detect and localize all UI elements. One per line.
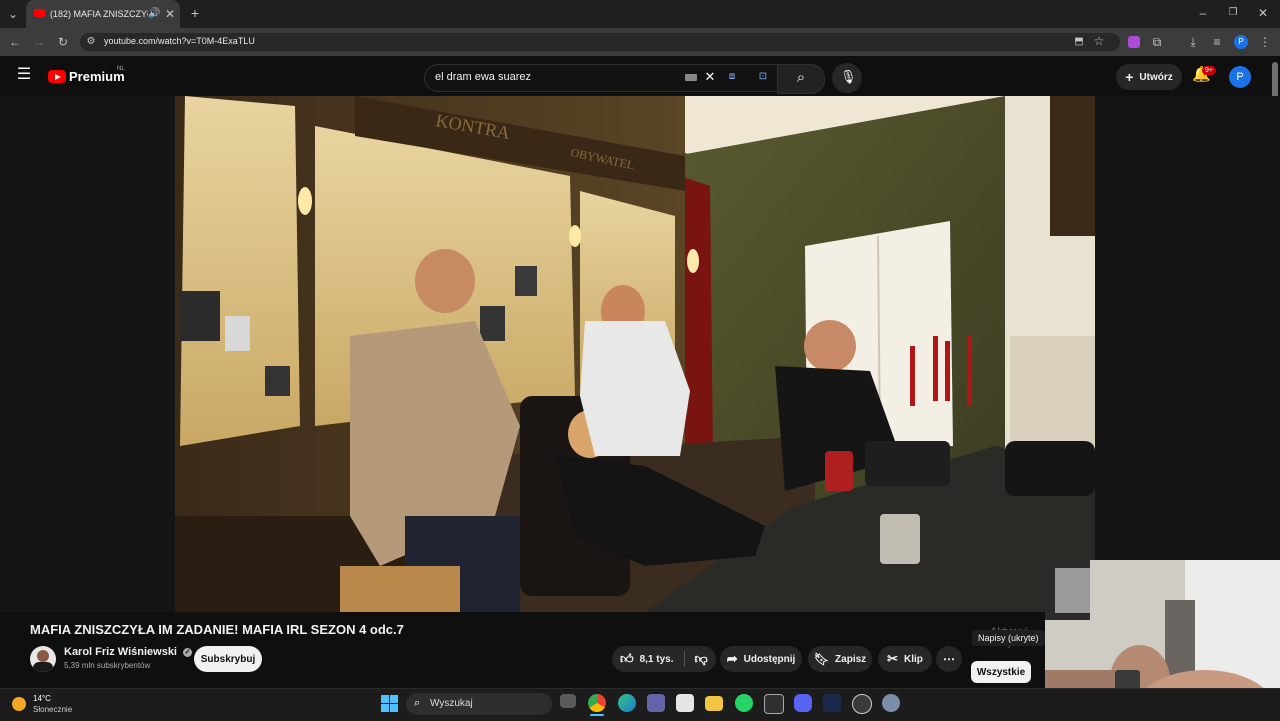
plus-icon: + — [1125, 69, 1134, 85]
more-actions-button[interactable]: ⋯ — [936, 646, 962, 672]
weather-desc: Słonecznie — [33, 705, 73, 714]
site-info-icon[interactable]: ⚙ — [84, 35, 98, 49]
browser-menu-icon[interactable]: ⋮ — [1258, 35, 1272, 49]
taskbar-search-icon: ⌕ — [414, 697, 421, 709]
video-title: MAFIA ZNISZCZYŁA IM ZADANIE! MAFIA IRL S… — [30, 622, 404, 637]
taskbar-search-box[interactable]: ⌕ Wyszukaj — [406, 693, 552, 715]
weather-sun-icon[interactable] — [12, 697, 26, 711]
photo-editor-icon[interactable] — [823, 694, 841, 712]
search-icon: ⌕ — [796, 69, 806, 86]
clip-button[interactable]: ✂ Klip — [878, 646, 932, 672]
start-button[interactable] — [381, 695, 398, 712]
edge-icon[interactable] — [618, 694, 636, 712]
subtitles-tooltip: Napisy (ukryte) — [972, 630, 1045, 646]
address-bar[interactable]: ⚙ youtube.com/watch?v=T0M-4ExaTLU ⬒ ☆ — [80, 33, 1120, 51]
search-button[interactable]: ⌕ — [777, 64, 825, 94]
url-text: youtube.com/watch?v=T0M-4ExaTLU — [104, 36, 255, 46]
minimize-icon[interactable]: – — [1196, 6, 1210, 20]
divider — [683, 651, 685, 667]
share-icon: ➦ — [726, 651, 738, 666]
channel-name-text: Karol Friz Wiśniewski — [64, 646, 177, 658]
browser-tab-strip: ⌄ (182) MAFIA ZNISZCZYŁA I 🔊 ✕ + – ❐ ✕ — [0, 0, 1280, 28]
tab-close-icon[interactable]: ✕ — [164, 7, 176, 21]
window-close-icon[interactable]: ✕ — [1256, 6, 1270, 20]
bookmark-icon: 🔖︎ — [813, 652, 830, 666]
channel-name[interactable]: Karol Friz Wiśniewski ✓ — [64, 646, 193, 658]
save-button[interactable]: 🔖︎ Zapisz — [808, 646, 872, 672]
keyboard-icon[interactable] — [685, 74, 697, 81]
search-input-value: el dram ewa suarez — [435, 71, 531, 83]
obs-icon[interactable] — [852, 694, 872, 714]
back-icon[interactable]: ← — [8, 35, 22, 49]
verified-check-icon: ✓ — [183, 647, 193, 657]
tab-audio-icon[interactable]: 🔊 — [148, 7, 160, 21]
account-avatar[interactable]: P — [1229, 66, 1251, 88]
like-icon[interactable]: 👍︎ — [620, 651, 634, 667]
hamburger-menu-icon[interactable]: ☰ — [16, 67, 32, 83]
youtube-play-logo-icon — [48, 70, 66, 83]
share-label: Udostępnij — [743, 653, 796, 665]
chrome-icon[interactable] — [588, 694, 606, 712]
download-icon[interactable]: ⤓ — [1186, 35, 1200, 49]
youtube-logo[interactable]: Premium NL — [48, 66, 148, 85]
media-control-icon[interactable]: ≡ — [1210, 35, 1224, 49]
youtube-favicon-icon — [34, 9, 45, 17]
filter-chip-all[interactable]: Wszystkie — [971, 661, 1031, 683]
lens-icon[interactable]: ⊡ — [755, 70, 771, 84]
taskbar-search-placeholder: Wyszukaj — [430, 698, 473, 709]
active-app-indicator — [590, 714, 604, 716]
subscriber-count: 5,39 mln subskrybentów — [64, 661, 151, 670]
windows-taskbar — [0, 688, 1280, 721]
extensions-puzzle-icon[interactable]: ⧉ — [1150, 35, 1164, 49]
voice-search-button[interactable]: 🎙 — [832, 63, 862, 93]
task-view-icon[interactable] — [560, 694, 576, 708]
tab-title: (182) MAFIA ZNISZCZYŁA I — [50, 9, 148, 19]
tab-search-icon[interactable]: ⌄ — [6, 7, 20, 21]
video-frame[interactable]: KONTRA OBYWATEL — [175, 96, 1095, 612]
microphone-icon: 🎙 — [840, 69, 857, 84]
dislike-icon[interactable]: 👎︎ — [695, 651, 708, 667]
restore-icon[interactable]: ❐ — [1226, 6, 1240, 20]
share-button[interactable]: ➦ Udostępnij — [720, 646, 802, 672]
clear-search-icon[interactable]: ✕ — [703, 70, 717, 84]
install-icon[interactable]: ⬒ — [1072, 35, 1086, 49]
save-label: Zapisz — [835, 653, 867, 665]
subscribe-button[interactable]: Subskrybuj — [194, 646, 262, 672]
create-button[interactable]: + Utwórz — [1116, 64, 1182, 90]
notifications-badge: 9+ — [1202, 66, 1216, 75]
scissors-icon: ✂ — [887, 651, 898, 666]
store-icon[interactable] — [676, 694, 694, 712]
browser-profile-avatar[interactable]: P — [1234, 35, 1248, 49]
forward-icon[interactable]: → — [32, 35, 46, 49]
channel-avatar[interactable] — [30, 646, 56, 672]
pen-app-icon[interactable] — [764, 694, 784, 714]
search-field[interactable]: el dram ewa suarez ✕ ⧈ ⊡ — [424, 64, 778, 92]
bookmark-star-icon[interactable]: ☆ — [1092, 34, 1106, 48]
new-tab-icon[interactable]: + — [188, 6, 202, 20]
create-label: Utwórz — [1139, 71, 1173, 83]
clip-label: Klip — [904, 653, 923, 665]
discord-icon[interactable] — [794, 694, 812, 712]
settings-gear-icon[interactable] — [882, 694, 900, 712]
region-code: NL — [117, 66, 125, 72]
reload-icon[interactable]: ↻ — [56, 35, 70, 49]
teams-icon[interactable] — [647, 694, 665, 712]
file-explorer-icon[interactable] — [705, 696, 723, 711]
weather-temp: 14°C — [33, 694, 51, 703]
extension-icon[interactable] — [1128, 36, 1140, 48]
like-dislike-group: 👍︎ 8,1 tys. 👎︎ — [612, 646, 716, 672]
like-count[interactable]: 8,1 tys. — [640, 654, 674, 665]
translate-icon[interactable]: ⧈ — [725, 70, 739, 84]
video-scene: KONTRA OBYWATEL — [175, 96, 1095, 612]
whatsapp-icon[interactable] — [735, 694, 753, 712]
browser-tab[interactable]: (182) MAFIA ZNISZCZYŁA I 🔊 ✕ — [26, 0, 180, 28]
